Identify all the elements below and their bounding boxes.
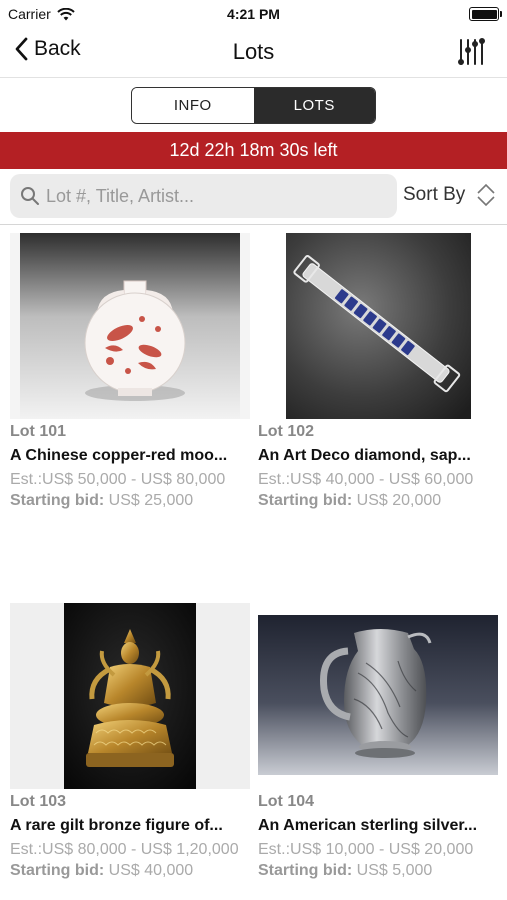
page-title: Lots bbox=[232, 39, 275, 64]
starting-bid-label: Starting bid: bbox=[258, 492, 353, 509]
countdown-banner: 12d 22h 18m 30s left bbox=[0, 132, 507, 169]
lot-title: A Chinese copper-red moo... bbox=[10, 447, 228, 464]
tab-info[interactable]: INFO bbox=[132, 88, 254, 123]
lot-card-104[interactable]: Lot 104 An American sterling silver... E… bbox=[258, 603, 498, 880]
filter-sliders-icon[interactable] bbox=[455, 36, 487, 68]
starting-bid-value: US$ 25,000 bbox=[108, 492, 194, 509]
starting-bid-value: US$ 5,000 bbox=[356, 862, 433, 879]
starting-bid-value: US$ 40,000 bbox=[108, 862, 194, 879]
search-input[interactable] bbox=[46, 185, 386, 207]
sort-by-label: Sort By bbox=[403, 184, 466, 205]
status-bar: Carrier 4:21 PM bbox=[0, 0, 507, 28]
lot-image-104 bbox=[258, 603, 498, 789]
lot-number: Lot 103 bbox=[10, 793, 67, 810]
lot-title: An American sterling silver... bbox=[258, 817, 478, 834]
starting-bid-label: Starting bid: bbox=[258, 862, 353, 879]
silver-pitcher-image bbox=[258, 603, 498, 789]
lot-starting-bid: Starting bid: US$ 25,000 bbox=[10, 492, 250, 510]
lot-starting-bid: Starting bid: US$ 20,000 bbox=[258, 492, 498, 510]
lot-estimate: Est.:US$ 40,000 - US$ 60,000 bbox=[258, 471, 474, 488]
lot-card-103[interactable]: Lot 103 A rare gilt bronze figure of... … bbox=[10, 603, 250, 880]
search-icon bbox=[21, 187, 39, 205]
lot-image-103 bbox=[10, 603, 250, 789]
lot-number: Lot 102 bbox=[258, 423, 315, 440]
lot-starting-bid: Starting bid: US$ 40,000 bbox=[10, 862, 250, 880]
starting-bid-label: Starting bid: bbox=[10, 862, 105, 879]
lot-card-101[interactable]: Lot 101 A Chinese copper-red moo... Est.… bbox=[10, 233, 250, 510]
lot-starting-bid: Starting bid: US$ 5,000 bbox=[258, 862, 498, 880]
starting-bid-label: Starting bid: bbox=[10, 492, 105, 509]
sort-by-button[interactable]: Sort By bbox=[403, 182, 497, 208]
navigation-bar: Back Lots bbox=[0, 28, 507, 78]
lot-number: Lot 101 bbox=[10, 423, 67, 440]
lot-title: An Art Deco diamond, sap... bbox=[258, 447, 471, 464]
lot-title: A rare gilt bronze figure of... bbox=[10, 817, 223, 834]
tab-lots[interactable]: LOTS bbox=[253, 88, 375, 123]
lot-estimate: Est.:US$ 10,000 - US$ 20,000 bbox=[258, 841, 474, 858]
lot-estimate: Est.:US$ 80,000 - US$ 1,20,000 bbox=[10, 841, 239, 858]
clock: 4:21 PM bbox=[227, 6, 280, 22]
lot-estimate: Est.:US$ 50,000 - US$ 80,000 bbox=[10, 471, 226, 488]
lot-image-101 bbox=[10, 233, 250, 419]
lot-card-102[interactable]: Lot 102 An Art Deco diamond, sap... Est.… bbox=[258, 233, 498, 510]
sort-chevrons-icon bbox=[477, 183, 495, 207]
divider bbox=[0, 224, 507, 225]
starting-bid-value: US$ 20,000 bbox=[356, 492, 442, 509]
gilt-bronze-figure-image bbox=[10, 603, 250, 789]
diamond-bracelet-image bbox=[258, 233, 498, 419]
battery-icon bbox=[469, 7, 502, 21]
moon-flask-vase-image bbox=[10, 233, 250, 419]
lot-image-102 bbox=[258, 233, 498, 419]
lot-number: Lot 104 bbox=[258, 793, 315, 810]
info-lots-segmented-control: INFO LOTS bbox=[131, 87, 376, 124]
search-bar bbox=[10, 174, 397, 218]
